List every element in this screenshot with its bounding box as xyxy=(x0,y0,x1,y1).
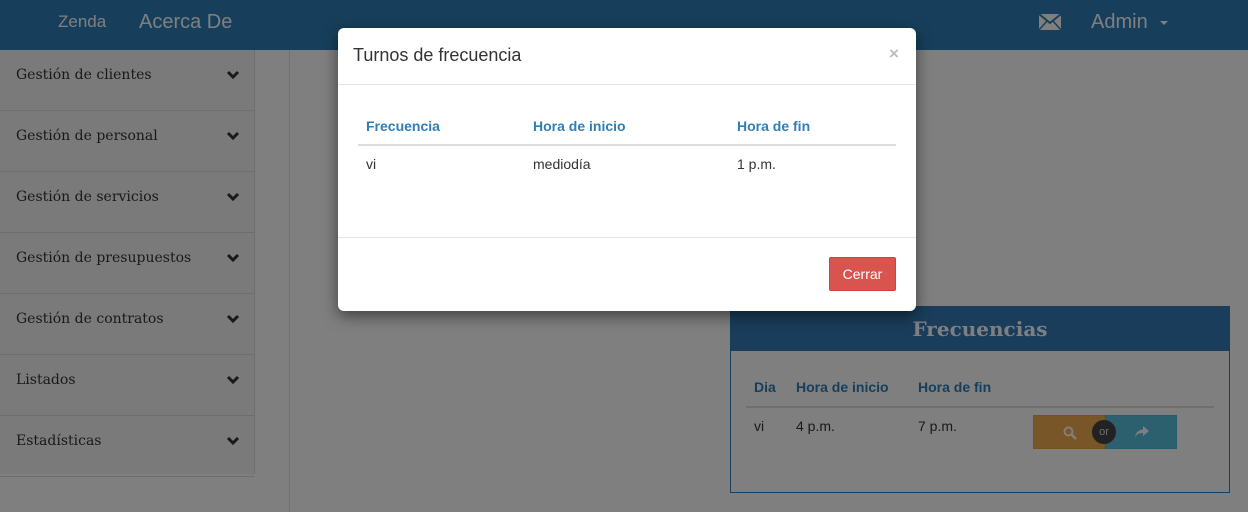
turnos-modal: Turnos de frecuencia × Frecuencia Hora d… xyxy=(338,28,916,311)
table-cell: vi xyxy=(366,156,377,172)
modal-header-divider xyxy=(338,84,916,85)
turnos-table: Frecuencia Hora de inicio Hora de fin vi… xyxy=(358,108,896,182)
table-row: vi mediodía 1 p.m. xyxy=(358,145,896,182)
column-header: Frecuencia xyxy=(358,108,525,146)
modal-footer-divider xyxy=(338,237,916,238)
column-header: Hora de inicio xyxy=(525,108,729,146)
close-icon[interactable]: × xyxy=(889,44,899,64)
table-cell: mediodía xyxy=(533,156,591,172)
modal-title: Turnos de frecuencia xyxy=(353,45,522,65)
column-header: Hora de fin xyxy=(729,108,896,146)
table-cell: 1 p.m. xyxy=(737,156,776,172)
close-button[interactable]: Cerrar xyxy=(829,257,896,291)
